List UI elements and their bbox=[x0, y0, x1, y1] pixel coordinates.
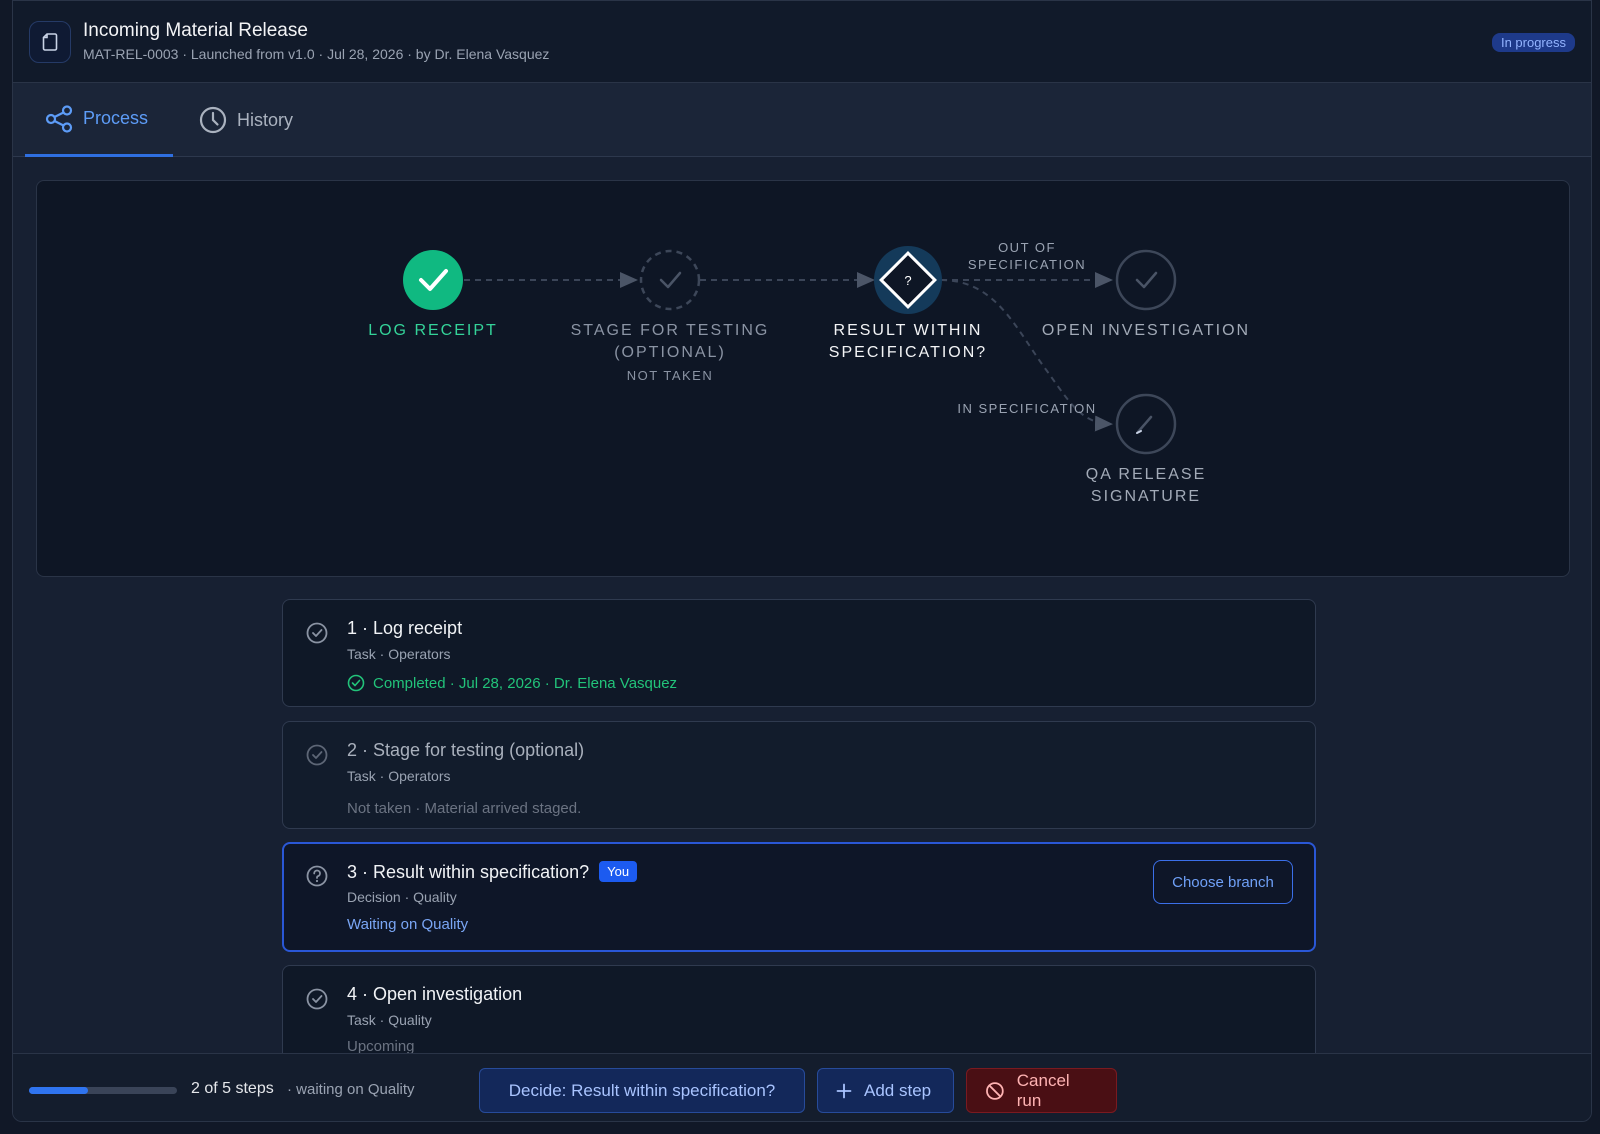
step-meta: Task · Quality bbox=[347, 1012, 432, 1028]
page-title: Incoming Material Release bbox=[83, 20, 308, 41]
check-circle-icon bbox=[306, 988, 328, 1010]
share-icon bbox=[45, 104, 73, 133]
progress-bar bbox=[29, 1087, 177, 1094]
add-step-button[interactable]: Add step bbox=[817, 1068, 954, 1113]
edge-label-out-of-specification: OUT OF SPECIFICATION bbox=[957, 239, 1097, 273]
choose-branch-button[interactable]: Choose branch bbox=[1153, 860, 1293, 904]
step-meta: Task · Operators bbox=[347, 768, 451, 784]
node-sub-not-taken: NOT TAKEN bbox=[626, 368, 714, 383]
check-icon bbox=[659, 271, 682, 289]
node-stage-for-testing[interactable] bbox=[639, 249, 701, 311]
decide-button[interactable]: Decide: Result within specification? bbox=[479, 1068, 805, 1113]
process-flow-diagram: ? LOG RECEIPT STAGE FOR TESTING (OPTIONA… bbox=[36, 180, 1570, 577]
step-title: 4 · Open investigation bbox=[347, 984, 523, 1004]
assignee-badge: You bbox=[599, 861, 638, 882]
node-result-within-specification[interactable]: ? bbox=[874, 246, 942, 314]
step-card-log-receipt[interactable]: 1 · Log receipt Task · Operators Complet… bbox=[282, 599, 1316, 707]
ban-icon bbox=[986, 1081, 1004, 1100]
node-label-line: OPEN INVESTIGATION bbox=[1041, 322, 1251, 339]
run-header: Incoming Material Release MAT-REL-0003 ·… bbox=[13, 1, 1591, 83]
edge-label-line: SPECIFICATION bbox=[967, 257, 1087, 272]
step-status: Waiting on Quality bbox=[347, 916, 469, 933]
step-status: Completed · Jul 28, 2026 · Dr. Elena Vas… bbox=[347, 674, 677, 692]
node-label-line: SPECIFICATION? bbox=[828, 344, 988, 361]
node-label-line: LOG RECEIPT bbox=[368, 322, 498, 339]
help-circle-icon bbox=[306, 865, 328, 887]
tab-bar: Process History bbox=[13, 83, 1591, 157]
node-label-stage-for-testing: STAGE FOR TESTING (OPTIONAL) bbox=[560, 320, 780, 364]
step-status-text: Completed · Jul 28, 2026 · Dr. Elena Vas… bbox=[373, 674, 678, 692]
node-label-line: RESULT WITHIN bbox=[833, 322, 983, 339]
edge-label-in-specification: IN SPECIFICATION bbox=[957, 401, 1097, 416]
run-window: Incoming Material Release MAT-REL-0003 ·… bbox=[12, 0, 1592, 1122]
document-icon bbox=[29, 21, 71, 63]
node-label-line: SIGNATURE bbox=[1090, 488, 1202, 505]
step-meta: Decision · Quality bbox=[347, 889, 457, 905]
step-title: 3 · Result within specification? bbox=[347, 862, 590, 882]
status-badge: In progress bbox=[1491, 33, 1575, 52]
step-meta: Task · Operators bbox=[347, 646, 451, 662]
completed-check-icon bbox=[347, 674, 365, 692]
progress-bar-fill bbox=[29, 1087, 89, 1094]
run-subtitle: MAT-REL-0003 · Launched from v1.0 · Jul … bbox=[83, 46, 550, 62]
check-circle-icon bbox=[306, 744, 328, 766]
plus-icon bbox=[836, 1083, 852, 1098]
step-title-wrapper: 3 · Result within specification? You bbox=[347, 861, 638, 883]
edge-label-line: OUT OF bbox=[998, 240, 1056, 255]
progress-text: 2 of 5 steps bbox=[191, 1080, 274, 1097]
decision-glyph: ? bbox=[904, 273, 911, 288]
node-open-investigation[interactable] bbox=[1115, 249, 1177, 311]
tab-history[interactable]: History bbox=[199, 83, 293, 157]
tab-process-label: Process bbox=[83, 108, 149, 128]
step-status: Not taken · Material arrived staged. bbox=[347, 800, 582, 817]
progress-waiting-text: · waiting on Quality bbox=[287, 1081, 415, 1098]
node-label-log-receipt: LOG RECEIPT bbox=[353, 320, 513, 342]
add-step-label: Add step bbox=[864, 1080, 932, 1100]
tab-history-label: History bbox=[237, 109, 294, 130]
node-label-line: STAGE FOR TESTING bbox=[570, 322, 770, 339]
pen-icon bbox=[1136, 415, 1153, 434]
node-log-receipt[interactable] bbox=[403, 250, 463, 310]
run-footer: 2 of 5 steps · waiting on Quality Decide… bbox=[13, 1053, 1591, 1121]
check-icon bbox=[1135, 271, 1158, 289]
cancel-run-label: Cancel run bbox=[1016, 1070, 1070, 1110]
node-label-qa-release-signature: QA RELEASE SIGNATURE bbox=[1066, 464, 1226, 508]
tab-process[interactable]: Process bbox=[25, 83, 173, 157]
node-label-line: QA RELEASE bbox=[1085, 466, 1207, 483]
clock-icon bbox=[199, 106, 227, 134]
decide-button-label: Decide: Result within specification? bbox=[508, 1080, 776, 1100]
step-card-stage-for-testing[interactable]: 2 · Stage for testing (optional) Task · … bbox=[282, 721, 1316, 829]
node-label-open-investigation: OPEN INVESTIGATION bbox=[1036, 320, 1256, 342]
node-label-line: (OPTIONAL) bbox=[614, 344, 726, 361]
step-title: 2 · Stage for testing (optional) bbox=[347, 740, 585, 760]
cancel-run-button[interactable]: Cancel run bbox=[966, 1068, 1117, 1113]
step-card-result-within-specification[interactable]: 3 · Result within specification? You Deci… bbox=[282, 842, 1316, 952]
node-label-result-within-specification: RESULT WITHIN SPECIFICATION? bbox=[808, 320, 1008, 364]
node-qa-release-signature[interactable] bbox=[1115, 393, 1177, 455]
step-title: 1 · Log receipt bbox=[347, 618, 463, 638]
check-circle-icon bbox=[306, 622, 328, 644]
